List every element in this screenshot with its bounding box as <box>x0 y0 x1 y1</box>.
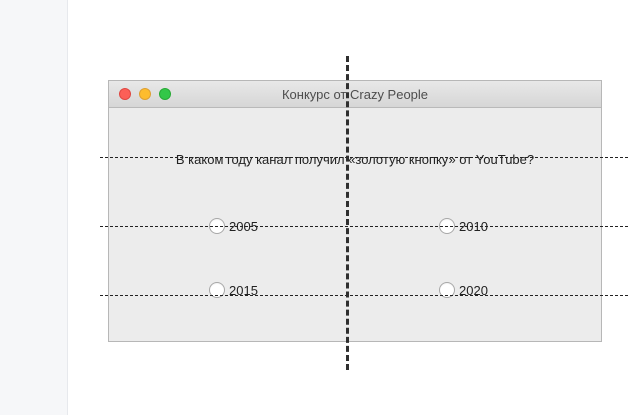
quiz-window: Конкурс от Crazy People В каком году кан… <box>108 80 602 342</box>
layout-guide-horizontal <box>100 226 628 227</box>
layout-guide-horizontal <box>100 157 628 158</box>
layout-guide-vertical <box>346 56 349 370</box>
left-sidebar-panel <box>0 0 68 415</box>
window-titlebar[interactable]: Конкурс от Crazy People <box>109 81 601 108</box>
question-text: В каком году канал получил «золотую кноп… <box>175 152 535 167</box>
page: Конкурс от Crazy People В каком году кан… <box>0 0 638 415</box>
layout-guide-horizontal <box>100 295 628 296</box>
window-title: Конкурс от Crazy People <box>281 87 429 102</box>
